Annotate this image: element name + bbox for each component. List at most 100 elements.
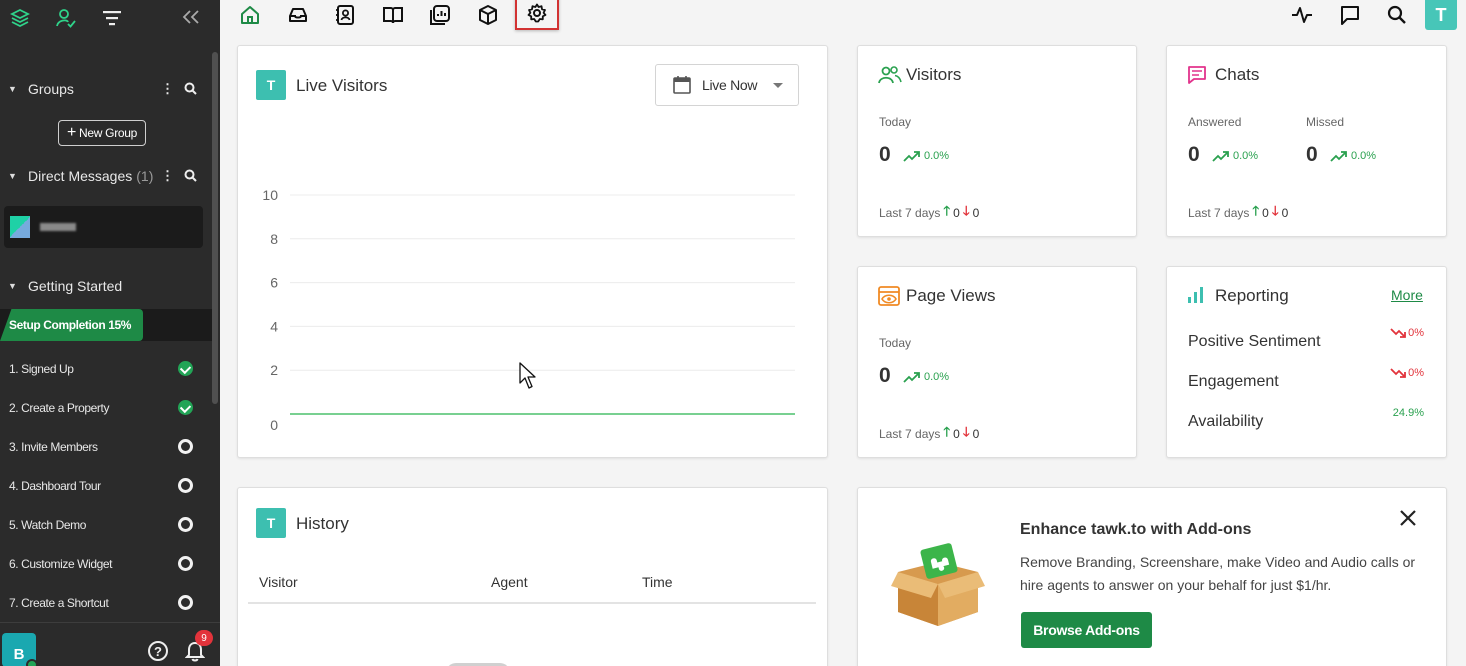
sidebar-top-toolbar	[0, 0, 220, 36]
getting-started-task[interactable]: 3. Invite Members	[0, 427, 210, 466]
missed-trend: 0.0%	[1330, 150, 1376, 162]
caret-down-icon: ▼	[8, 171, 17, 181]
layers-icon[interactable]	[8, 6, 32, 30]
collapse-icon[interactable]	[182, 7, 200, 30]
user-avatar[interactable]: B	[2, 633, 38, 666]
trend-up-icon	[1330, 150, 1347, 162]
reporting-metric-value-text: 0%	[1408, 327, 1424, 339]
agent-icon[interactable]	[54, 6, 78, 30]
getting-started-task[interactable]: 5. Watch Demo	[0, 505, 210, 544]
column-time[interactable]: Time	[642, 574, 673, 590]
reporting-metric-label: Engagement	[1188, 373, 1279, 390]
live-visitors-card: T Live Visitors Live Now 0 2 4 6 8 10	[237, 45, 828, 458]
reporting-title: Reporting	[1215, 286, 1289, 305]
y-tick-label: 0	[270, 417, 278, 433]
reporting-metric-value: 0%	[1390, 327, 1424, 339]
empty-circle-icon	[178, 556, 193, 571]
live-visitors-chart: 0 2 4 6 8 10	[262, 187, 795, 433]
getting-started-task[interactable]: 4. Dashboard Tour	[0, 466, 210, 505]
y-tick-label: 8	[270, 231, 278, 247]
avatar	[10, 216, 30, 238]
reporting-metric-value-text: 0%	[1408, 367, 1424, 379]
close-icon[interactable]	[1398, 508, 1418, 528]
search-icon[interactable]	[184, 82, 197, 95]
getting-started-task[interactable]: 6. Customize Widget	[0, 544, 210, 583]
browse-addons-button[interactable]: Browse Add-ons	[1021, 612, 1152, 648]
groups-section-header[interactable]: ▼ Groups ⋮	[0, 77, 212, 101]
last7-down-count: 0	[1281, 206, 1289, 220]
search-icon[interactable]	[1384, 3, 1410, 27]
task-label: 2. Create a Property	[9, 400, 110, 415]
new-group-button[interactable]: + New Group	[58, 120, 146, 146]
getting-started-task[interactable]: 7. Create a Shortcut	[0, 583, 210, 622]
arrow-down-icon: 🡓	[962, 203, 970, 218]
reporting-icon[interactable]	[427, 3, 453, 27]
direct-message-item[interactable]	[4, 206, 203, 248]
home-icon[interactable]	[237, 3, 263, 27]
visitors-last7: Last 7 days 🡑 0 🡓 0	[879, 202, 979, 224]
more-vertical-icon[interactable]: ⋮	[161, 81, 174, 97]
user-avatar[interactable]: T	[1425, 0, 1457, 30]
column-agent[interactable]: Agent	[491, 574, 528, 590]
reporting-metric-label: Availability	[1188, 413, 1264, 430]
last7-label: Last 7 days	[879, 427, 941, 441]
chats-title: Chats	[1215, 65, 1260, 84]
arrow-down-icon: 🡓	[1271, 203, 1279, 218]
direct-messages-label: Direct Messages	[28, 168, 133, 184]
history-header-divider	[248, 602, 816, 604]
reporting-card: Reporting More Positive Sentiment 0% Engag…	[1166, 266, 1447, 458]
arrow-up-icon: 🡑	[943, 203, 951, 218]
trend-up-icon	[903, 150, 920, 162]
notification-count-badge: 9	[195, 630, 213, 646]
inbox-icon[interactable]	[285, 3, 311, 27]
filter-icon[interactable]	[100, 6, 124, 30]
caret-down-icon: ▼	[8, 84, 17, 94]
reporting-more-link[interactable]: More	[1391, 287, 1423, 303]
task-label: 3. Invite Members	[9, 439, 98, 454]
contacts-icon[interactable]	[332, 3, 358, 27]
groups-label: Groups	[28, 81, 74, 97]
settings-icon[interactable]	[515, 0, 559, 30]
arrow-down-icon: 🡓	[962, 424, 970, 439]
activity-icon[interactable]	[1289, 3, 1315, 27]
page-views-icon	[878, 286, 900, 306]
addons-title: Enhance tawk.to with Add-ons	[1020, 521, 1252, 538]
page-views-card: Page Views Today 0 0.0% Last 7 days 🡑 0 …	[857, 266, 1137, 458]
arrow-up-icon: 🡑	[1252, 203, 1260, 218]
sidebar-footer: B ? 9	[0, 622, 220, 666]
help-icon[interactable]: ?	[148, 641, 168, 661]
visitors-today-value: 0	[879, 143, 891, 166]
direct-messages-count: (1)	[136, 168, 154, 184]
getting-started-section-header[interactable]: ▼ Getting Started	[0, 274, 212, 298]
task-label: 1. Signed Up	[9, 361, 74, 376]
chat-icon[interactable]	[1337, 3, 1363, 27]
y-tick-label: 4	[270, 318, 278, 334]
page-views-title: Page Views	[906, 286, 996, 305]
empty-circle-icon	[178, 439, 193, 454]
getting-started-task[interactable]: 2. Create a Property	[0, 388, 210, 427]
y-tick-label: 10	[262, 187, 278, 203]
column-visitor[interactable]: Visitor	[259, 574, 298, 590]
sidebar-scrollbar[interactable]	[212, 52, 218, 404]
more-vertical-icon[interactable]: ⋮	[161, 168, 174, 184]
visitors-trend: 0.0%	[903, 150, 949, 162]
empty-circle-icon	[178, 517, 193, 532]
answered-trend: 0.0%	[1212, 150, 1258, 162]
direct-messages-section-header[interactable]: ▼ Direct Messages (1) ⋮	[0, 164, 212, 188]
reporting-metric-value-text: 24.9%	[1392, 407, 1424, 419]
knowledge-base-icon[interactable]	[380, 3, 406, 27]
check-circle-icon	[178, 361, 193, 376]
task-label: 4. Dashboard Tour	[9, 478, 101, 493]
missed-value: 0	[1306, 143, 1318, 166]
bar-chart-icon	[1188, 287, 1203, 303]
visitors-card: Visitors Today 0 0.0% Last 7 days 🡑 0 🡓 …	[857, 45, 1137, 237]
last7-label: Last 7 days	[1188, 206, 1250, 220]
search-icon[interactable]	[184, 169, 197, 182]
new-group-label: New Group	[79, 126, 138, 140]
missed-trend-value: 0.0%	[1351, 150, 1377, 162]
history-title: History	[296, 514, 349, 533]
getting-started-task[interactable]: 1. Signed Up	[0, 349, 210, 388]
addons-icon[interactable]	[475, 3, 501, 27]
y-tick-label: 6	[270, 275, 278, 291]
reporting-metric-value: 24.9%	[1393, 407, 1424, 419]
